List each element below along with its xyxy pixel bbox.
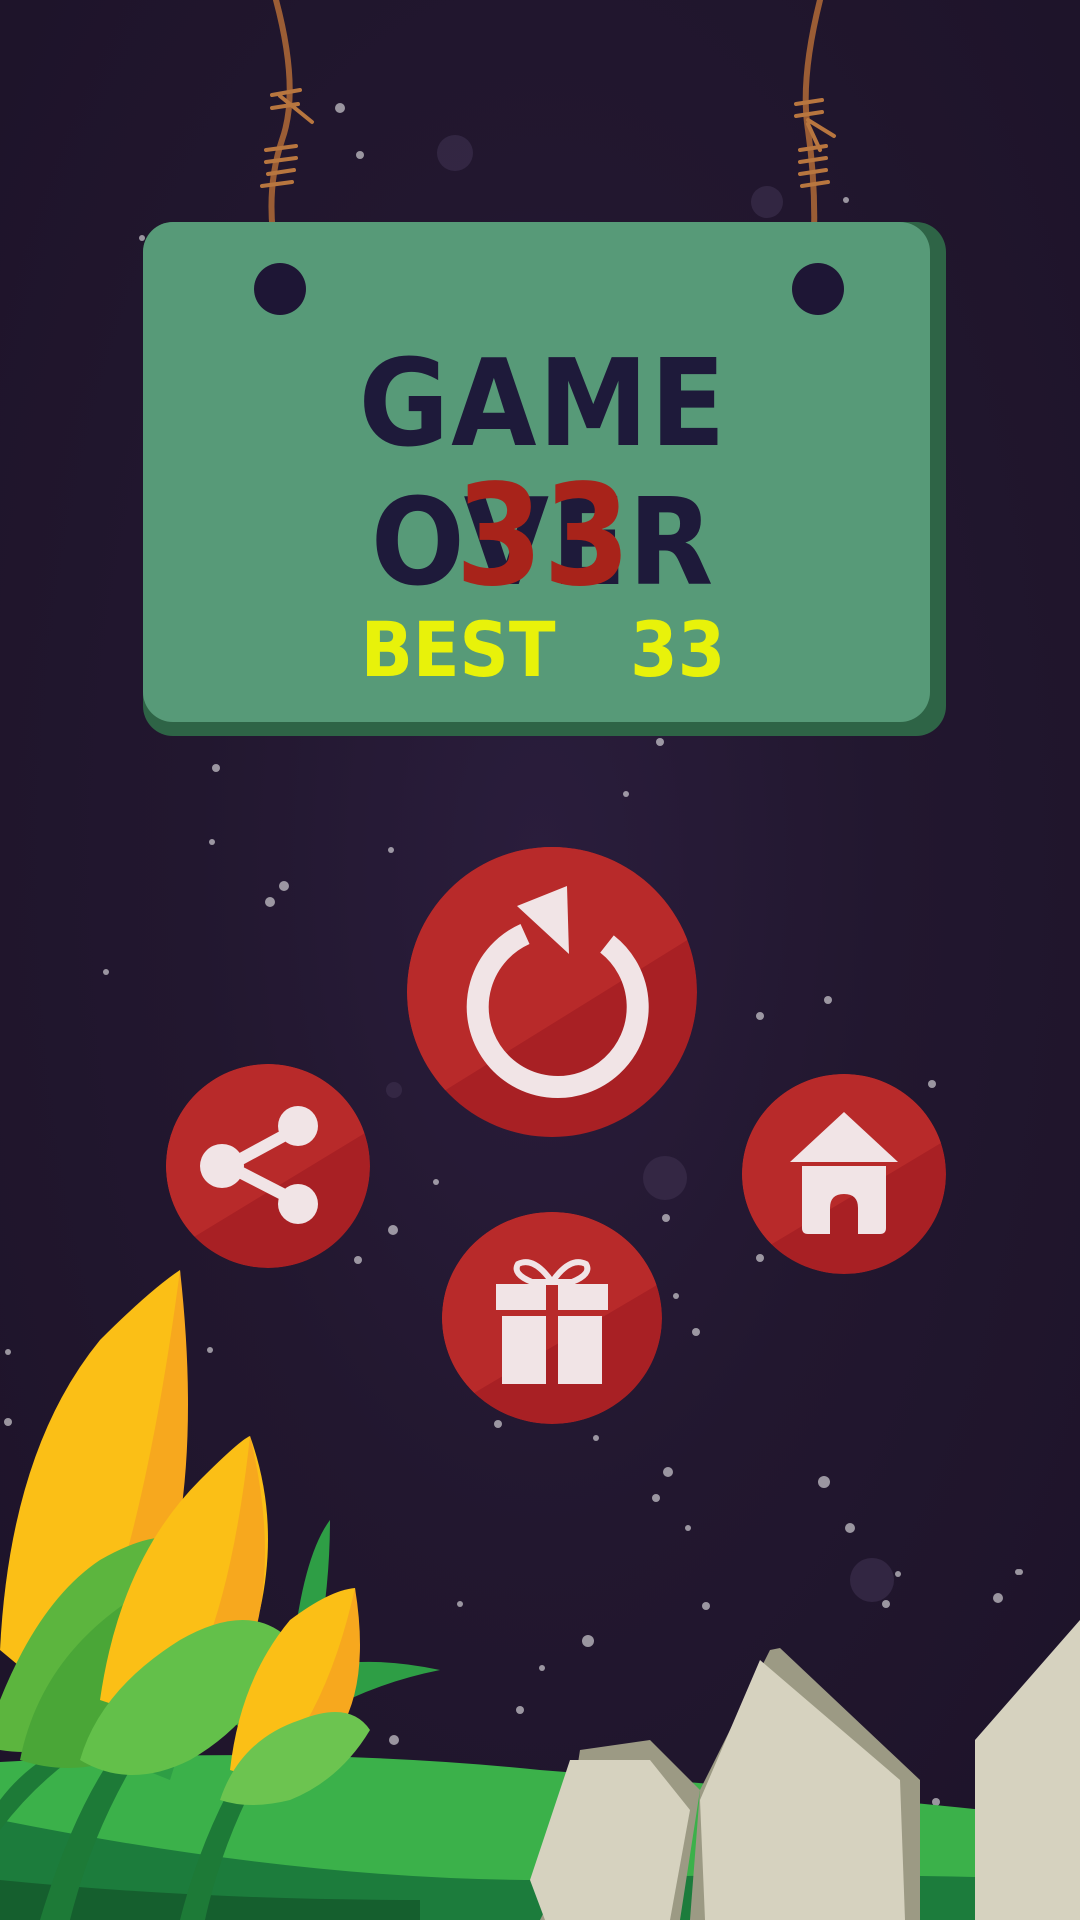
game-over-screen: GAME OVER 33 BEST 33 <box>0 0 1080 1920</box>
ground-decoration <box>0 1270 1080 1920</box>
fence <box>530 1620 1080 1920</box>
